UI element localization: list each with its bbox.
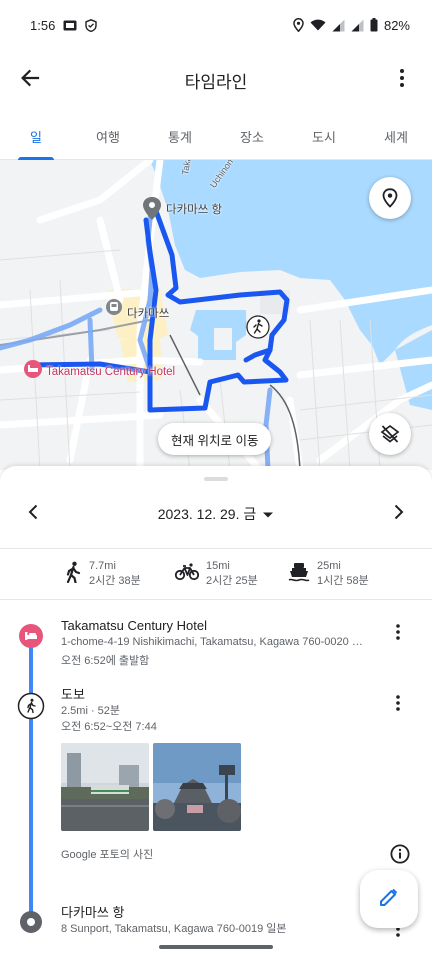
- ferry-distance: 25mi: [317, 560, 341, 572]
- walk-title: 도보: [61, 687, 85, 702]
- location-icon: [293, 18, 304, 32]
- wifi-icon: [310, 19, 326, 31]
- sim-icon: [63, 20, 77, 31]
- hotel-more-button[interactable]: [386, 619, 410, 649]
- bike-icon: [174, 562, 200, 586]
- port-address: 8 Sunport, Takamatsu, Kagawa 760-0019 일본: [61, 923, 287, 935]
- more-vert-icon: [400, 68, 404, 92]
- hotel-pin-icon: [24, 360, 42, 378]
- previous-day-button[interactable]: [18, 499, 48, 529]
- status-time: 1:56: [30, 17, 56, 33]
- hotel-address: 1-chome-4-19 Nishikimachi, Takamatsu, Ka…: [61, 636, 363, 648]
- signal-icon: [351, 19, 364, 32]
- battery-icon: [370, 18, 378, 32]
- map-view[interactable]: 다카마쓰 항 다카마쓰 Takamatsu Century Hotel Taka…: [0, 160, 432, 470]
- tab-cities[interactable]: 도시: [288, 112, 360, 159]
- walk-distance: 7.7mi: [89, 560, 116, 572]
- map-label-hotel: Takamatsu Century Hotel: [46, 366, 176, 378]
- ferry-icon: [288, 562, 310, 587]
- photo-thumbnail[interactable]: [61, 743, 149, 831]
- port-title: 다카마쓰 항: [61, 905, 125, 920]
- chevron-right-icon: [394, 504, 404, 525]
- station-icon: [106, 299, 122, 315]
- layers-off-icon: [380, 424, 400, 444]
- battery-percent: 82%: [383, 17, 410, 33]
- app-bar: 타임라인: [0, 52, 432, 108]
- tab-insights[interactable]: 통계: [144, 112, 216, 159]
- activity-summary: 7.7mi 2시간 38분 15mi 2시간 25분 25mi 1시간 58분: [0, 548, 432, 600]
- timeline-connector: [29, 634, 33, 914]
- ferry-duration: 1시간 58분: [317, 575, 369, 587]
- chevron-left-icon: [28, 504, 38, 525]
- more-vert-icon: [396, 694, 400, 716]
- photos-caption: Google 포토의 사진: [61, 849, 154, 861]
- tab-world[interactable]: 세계: [360, 112, 432, 159]
- summary-walk: 7.7mi 2시간 38분: [64, 559, 141, 589]
- photo-train-image: [61, 743, 149, 831]
- timeline-entry-hotel[interactable]: Takamatsu Century Hotel 1-chome-4-19 Nis…: [0, 612, 432, 672]
- status-bar: 1:56 82%: [0, 0, 432, 50]
- place-dot-icon: [19, 910, 43, 939]
- photos-info-button[interactable]: [390, 844, 410, 869]
- date-picker[interactable]: 2023. 12. 29. 금: [0, 504, 432, 524]
- home-indicator[interactable]: [159, 945, 273, 949]
- arrow-back-icon: [20, 68, 40, 93]
- add-place-button[interactable]: [369, 177, 411, 219]
- tab-bar: 일 여행 통계 장소 도시 세계: [0, 112, 432, 160]
- tab-trips[interactable]: 여행: [72, 112, 144, 159]
- back-button[interactable]: [14, 64, 46, 96]
- photo-thumbnail[interactable]: [153, 743, 241, 831]
- date-navigator: 2023. 12. 29. 금: [0, 492, 432, 536]
- bike-duration: 2시간 25분: [206, 575, 258, 587]
- walking-marker-icon: [246, 315, 270, 339]
- add-location-icon: [382, 188, 398, 208]
- walk-detail: 2.5mi · 52분: [61, 705, 121, 717]
- photo-castle-image: [153, 743, 241, 831]
- recenter-button[interactable]: 현재 위치로 이동: [158, 423, 272, 455]
- date-label: 2023. 12. 29. 금: [157, 506, 257, 522]
- more-options-button[interactable]: [390, 64, 414, 96]
- summary-ferry: 25mi 1시간 58분: [288, 559, 369, 589]
- hotel-icon: [19, 624, 43, 653]
- map-label-station: 다카마쓰: [127, 308, 170, 320]
- next-day-button[interactable]: [384, 499, 414, 529]
- tab-places[interactable]: 장소: [216, 112, 288, 159]
- summary-bike: 15mi 2시간 25분: [174, 559, 258, 589]
- map-label-port: 다카마쓰 항: [166, 204, 223, 216]
- more-vert-icon: [396, 623, 400, 645]
- sheet-drag-handle[interactable]: [204, 477, 228, 481]
- walk-more-button[interactable]: [386, 690, 410, 720]
- dropdown-arrow-icon: [262, 506, 274, 522]
- walk-time: 오전 6:52~오전 7:44: [61, 721, 157, 733]
- timeline-sheet: 2023. 12. 29. 금 7.7mi 2시간 38분 15mi 2시간 2…: [0, 466, 432, 960]
- walk-duration: 2시간 38분: [89, 575, 141, 587]
- layers-toggle-button[interactable]: [369, 413, 411, 455]
- pencil-icon: [378, 886, 400, 913]
- signal-icon: [332, 19, 345, 32]
- walk-icon: [17, 692, 45, 725]
- page-title: 타임라인: [184, 72, 248, 92]
- tab-day[interactable]: 일: [0, 112, 72, 160]
- info-icon: [390, 844, 410, 868]
- bike-distance: 15mi: [206, 560, 230, 572]
- hotel-departure-time: 오전 6:52에 출발함: [61, 655, 150, 667]
- walk-icon: [64, 561, 82, 588]
- shield-icon: [85, 18, 98, 32]
- edit-fab-button[interactable]: [360, 870, 418, 928]
- timeline-entry-walk[interactable]: 도보 2.5mi · 52분 오전 6:52~오전 7:44: [0, 680, 432, 740]
- hotel-title: Takamatsu Century Hotel: [61, 618, 207, 633]
